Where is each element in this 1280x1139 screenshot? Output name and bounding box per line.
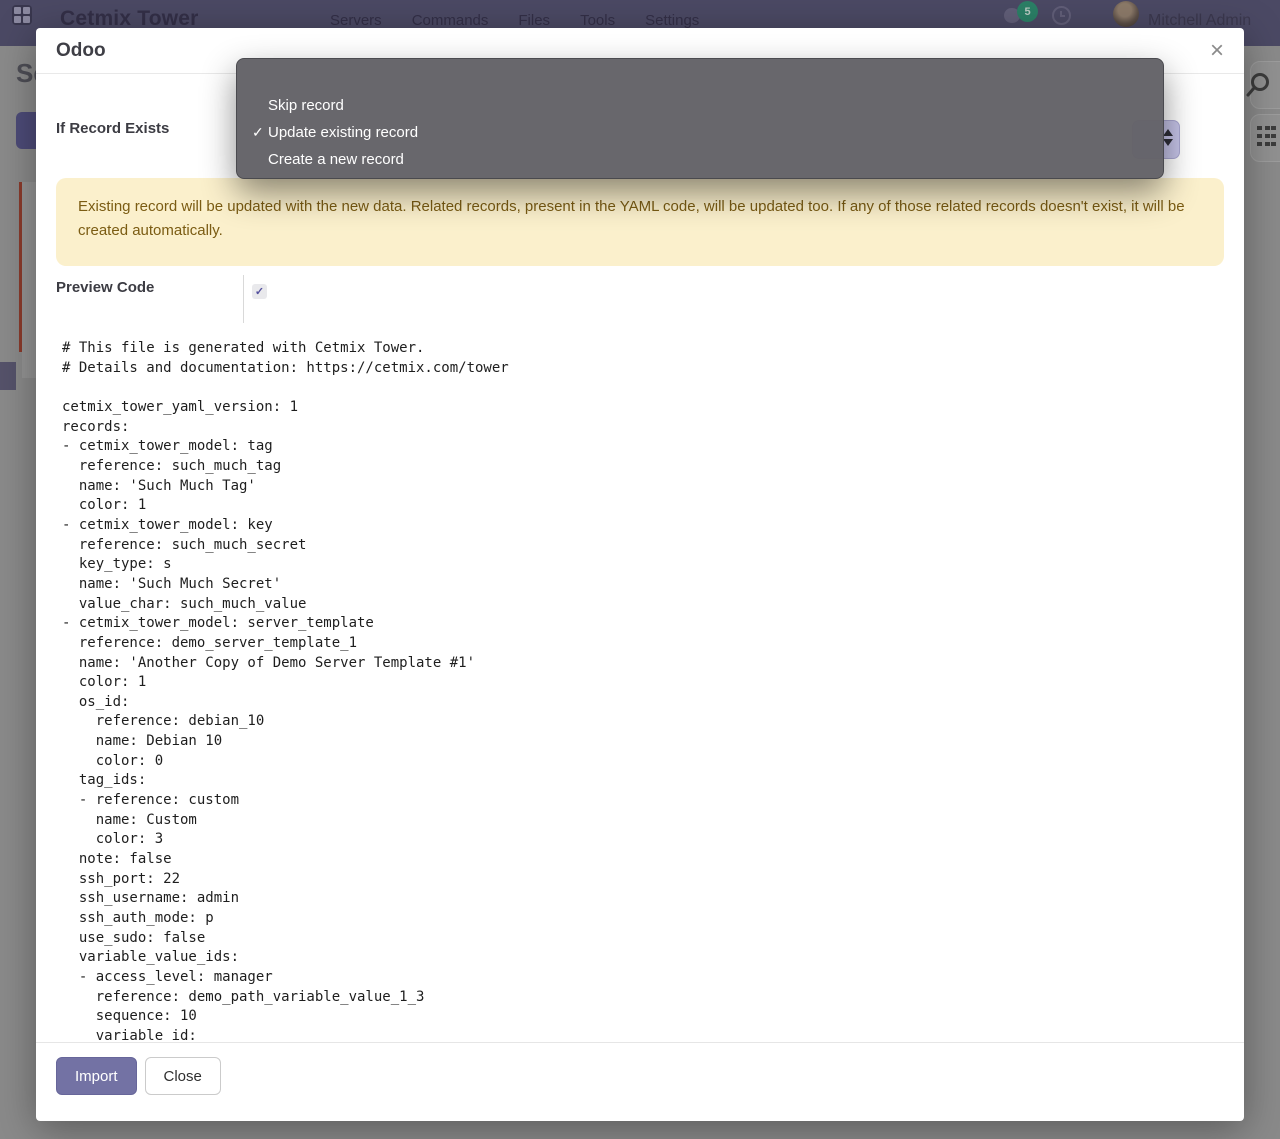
dropdown-menu: Skip record ✓ Update existing record Cre… — [236, 58, 1164, 179]
close-button[interactable]: Close — [145, 1057, 221, 1095]
dropdown-option-create-new-record[interactable]: Create a new record — [237, 146, 1163, 173]
update-warning-alert: Existing record will be updated with the… — [56, 178, 1224, 266]
background-search-button — [1250, 61, 1280, 109]
apps-grid-icon — [12, 5, 32, 25]
yaml-code-preview[interactable]: # This file is generated with Cetmix Tow… — [62, 339, 1212, 1042]
main-menu: Servers Commands Files Tools Settings — [330, 12, 699, 29]
search-icon — [1243, 70, 1273, 104]
notification-badge: 5 — [1017, 1, 1038, 22]
if-record-exists-label: If Record Exists — [56, 120, 169, 137]
user-avatar — [1113, 1, 1139, 27]
preview-code-label: Preview Code — [56, 279, 154, 296]
select-stepper-icon — [1163, 129, 1173, 146]
background-listview-button — [1250, 114, 1280, 162]
dropdown-option-skip-record[interactable]: Skip record — [237, 92, 1163, 119]
import-dialog: Odoo × If Record Exists Existing record … — [36, 28, 1244, 1121]
dropdown-option-update-existing-record[interactable]: ✓ Update existing record — [237, 119, 1163, 146]
activity-clock-icon — [1052, 6, 1071, 25]
background-panel-fragment — [22, 182, 36, 378]
footer-divider — [36, 1042, 1244, 1043]
dialog-footer: Import Close — [56, 1057, 221, 1095]
field-separator — [243, 275, 244, 323]
background-alert-border-fragment — [19, 182, 22, 352]
close-icon[interactable]: × — [1210, 39, 1224, 63]
import-button[interactable]: Import — [56, 1057, 137, 1095]
menu-item-servers: Servers — [330, 12, 382, 29]
list-view-icon — [1257, 126, 1262, 146]
menu-item-files: Files — [518, 12, 550, 29]
dialog-title: Odoo — [56, 40, 106, 62]
menu-item-settings: Settings — [645, 12, 699, 29]
menu-item-commands: Commands — [412, 12, 489, 29]
selected-checkmark-icon: ✓ — [252, 124, 266, 141]
background-card-fragment — [0, 362, 16, 390]
checkmark-icon: ✓ — [255, 285, 264, 298]
menu-item-tools: Tools — [580, 12, 615, 29]
screen: Cetmix Tower Servers Commands Files Tool… — [0, 0, 1280, 1139]
preview-code-checkbox[interactable]: ✓ — [252, 284, 267, 299]
